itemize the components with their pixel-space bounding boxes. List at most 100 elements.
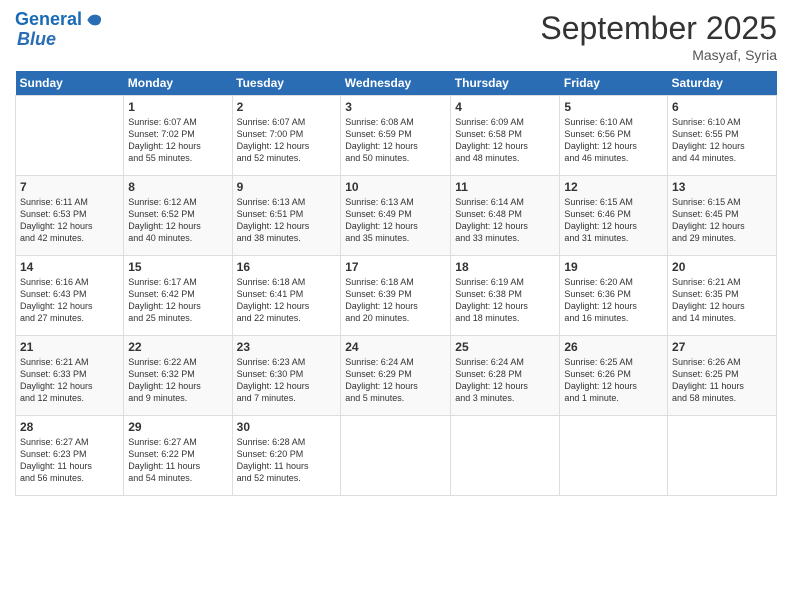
day-info: Sunrise: 6:10 AM Sunset: 6:56 PM Dayligh… xyxy=(564,116,663,165)
day-number: 15 xyxy=(128,260,227,274)
day-number: 8 xyxy=(128,180,227,194)
logo: General Blue xyxy=(15,10,104,50)
week-row-5: 28 Sunrise: 6:27 AM Sunset: 6:23 PM Dayli… xyxy=(16,416,777,496)
day-cell: 28 Sunrise: 6:27 AM Sunset: 6:23 PM Dayli… xyxy=(16,416,124,496)
day-cell: 24 Sunrise: 6:24 AM Sunset: 6:29 PM Dayli… xyxy=(341,336,451,416)
calendar-table: SundayMondayTuesdayWednesdayThursdayFrid… xyxy=(15,71,777,496)
day-info: Sunrise: 6:15 AM Sunset: 6:45 PM Dayligh… xyxy=(672,196,772,245)
day-cell: 22 Sunrise: 6:22 AM Sunset: 6:32 PM Dayli… xyxy=(124,336,232,416)
day-cell xyxy=(668,416,777,496)
day-cell: 25Sunrise: 6:24 AM Sunset: 6:28 PM Dayli… xyxy=(451,336,560,416)
weekday-header-row: SundayMondayTuesdayWednesdayThursdayFrid… xyxy=(16,71,777,96)
week-row-2: 7 Sunrise: 6:11 AM Sunset: 6:53 PM Daylig… xyxy=(16,176,777,256)
day-number: 13 xyxy=(672,180,772,194)
day-cell: 15 Sunrise: 6:17 AM Sunset: 6:42 PM Dayli… xyxy=(124,256,232,336)
day-number: 10 xyxy=(345,180,446,194)
week-row-3: 14Sunrise: 6:16 AM Sunset: 6:43 PM Dayli… xyxy=(16,256,777,336)
day-info: Sunrise: 6:22 AM Sunset: 6:32 PM Dayligh… xyxy=(128,356,227,405)
week-row-1: 1Sunrise: 6:07 AM Sunset: 7:02 PM Daylig… xyxy=(16,96,777,176)
day-number: 3 xyxy=(345,100,446,114)
day-number: 1 xyxy=(128,100,227,114)
day-number: 2 xyxy=(237,100,337,114)
day-number: 22 xyxy=(128,340,227,354)
day-cell: 30Sunrise: 6:28 AM Sunset: 6:20 PM Dayli… xyxy=(232,416,341,496)
day-number: 23 xyxy=(237,340,337,354)
day-info: Sunrise: 6:12 AM Sunset: 6:52 PM Dayligh… xyxy=(128,196,227,245)
weekday-header-tuesday: Tuesday xyxy=(232,71,341,96)
weekday-header-wednesday: Wednesday xyxy=(341,71,451,96)
day-cell: 23 Sunrise: 6:23 AM Sunset: 6:30 PM Dayli… xyxy=(232,336,341,416)
logo-line2: Blue xyxy=(17,30,56,50)
day-number: 20 xyxy=(672,260,772,274)
day-info: Sunrise: 6:26 AM Sunset: 6:25 PM Dayligh… xyxy=(672,356,772,405)
day-info: Sunrise: 6:11 AM Sunset: 6:53 PM Dayligh… xyxy=(20,196,119,245)
day-cell xyxy=(451,416,560,496)
day-number: 6 xyxy=(672,100,772,114)
day-cell: 5 Sunrise: 6:10 AM Sunset: 6:56 PM Daylig… xyxy=(560,96,668,176)
day-info: Sunrise: 6:18 AM Sunset: 6:39 PM Dayligh… xyxy=(345,276,446,325)
day-cell xyxy=(341,416,451,496)
day-number: 27 xyxy=(672,340,772,354)
logo-icon xyxy=(84,10,104,30)
day-info: Sunrise: 6:17 AM Sunset: 6:42 PM Dayligh… xyxy=(128,276,227,325)
weekday-header-friday: Friday xyxy=(560,71,668,96)
day-number: 11 xyxy=(455,180,555,194)
day-number: 5 xyxy=(564,100,663,114)
day-cell: 12 Sunrise: 6:15 AM Sunset: 6:46 PM Dayli… xyxy=(560,176,668,256)
day-number: 7 xyxy=(20,180,119,194)
day-cell: 8 Sunrise: 6:12 AM Sunset: 6:52 PM Daylig… xyxy=(124,176,232,256)
day-cell: 14Sunrise: 6:16 AM Sunset: 6:43 PM Dayli… xyxy=(16,256,124,336)
day-cell: 2Sunrise: 6:07 AM Sunset: 7:00 PM Daylig… xyxy=(232,96,341,176)
day-number: 24 xyxy=(345,340,446,354)
day-cell xyxy=(560,416,668,496)
day-info: Sunrise: 6:25 AM Sunset: 6:26 PM Dayligh… xyxy=(564,356,663,405)
title-block: September 2025 Masyaf, Syria xyxy=(540,10,777,63)
day-cell: 11Sunrise: 6:14 AM Sunset: 6:48 PM Dayli… xyxy=(451,176,560,256)
day-info: Sunrise: 6:21 AM Sunset: 6:35 PM Dayligh… xyxy=(672,276,772,325)
day-info: Sunrise: 6:09 AM Sunset: 6:58 PM Dayligh… xyxy=(455,116,555,165)
day-cell: 1Sunrise: 6:07 AM Sunset: 7:02 PM Daylig… xyxy=(124,96,232,176)
day-cell: 4 Sunrise: 6:09 AM Sunset: 6:58 PM Daylig… xyxy=(451,96,560,176)
day-cell: 10 Sunrise: 6:13 AM Sunset: 6:49 PM Dayli… xyxy=(341,176,451,256)
day-number: 12 xyxy=(564,180,663,194)
day-number: 29 xyxy=(128,420,227,434)
page-header: General Blue September 2025 Masyaf, Syri… xyxy=(15,10,777,63)
day-info: Sunrise: 6:24 AM Sunset: 6:28 PM Dayligh… xyxy=(455,356,555,405)
day-info: Sunrise: 6:13 AM Sunset: 6:51 PM Dayligh… xyxy=(237,196,337,245)
day-info: Sunrise: 6:08 AM Sunset: 6:59 PM Dayligh… xyxy=(345,116,446,165)
day-cell: 16Sunrise: 6:18 AM Sunset: 6:41 PM Dayli… xyxy=(232,256,341,336)
day-info: Sunrise: 6:13 AM Sunset: 6:49 PM Dayligh… xyxy=(345,196,446,245)
day-info: Sunrise: 6:27 AM Sunset: 6:23 PM Dayligh… xyxy=(20,436,119,485)
day-cell: 18Sunrise: 6:19 AM Sunset: 6:38 PM Dayli… xyxy=(451,256,560,336)
weekday-header-sunday: Sunday xyxy=(16,71,124,96)
day-info: Sunrise: 6:15 AM Sunset: 6:46 PM Dayligh… xyxy=(564,196,663,245)
month-title: September 2025 xyxy=(540,10,777,47)
day-info: Sunrise: 6:27 AM Sunset: 6:22 PM Dayligh… xyxy=(128,436,227,485)
day-number: 4 xyxy=(455,100,555,114)
day-info: Sunrise: 6:28 AM Sunset: 6:20 PM Dayligh… xyxy=(237,436,337,485)
day-number: 9 xyxy=(237,180,337,194)
weekday-header-saturday: Saturday xyxy=(668,71,777,96)
location: Masyaf, Syria xyxy=(540,47,777,63)
day-number: 26 xyxy=(564,340,663,354)
day-info: Sunrise: 6:24 AM Sunset: 6:29 PM Dayligh… xyxy=(345,356,446,405)
day-number: 17 xyxy=(345,260,446,274)
day-cell: 3 Sunrise: 6:08 AM Sunset: 6:59 PM Daylig… xyxy=(341,96,451,176)
day-info: Sunrise: 6:23 AM Sunset: 6:30 PM Dayligh… xyxy=(237,356,337,405)
day-cell: 21 Sunrise: 6:21 AM Sunset: 6:33 PM Dayli… xyxy=(16,336,124,416)
day-cell: 26 Sunrise: 6:25 AM Sunset: 6:26 PM Dayli… xyxy=(560,336,668,416)
day-cell: 6 Sunrise: 6:10 AM Sunset: 6:55 PM Daylig… xyxy=(668,96,777,176)
day-cell: 20 Sunrise: 6:21 AM Sunset: 6:35 PM Dayli… xyxy=(668,256,777,336)
page-container: General Blue September 2025 Masyaf, Syri… xyxy=(0,0,792,506)
day-cell: 13 Sunrise: 6:15 AM Sunset: 6:45 PM Dayli… xyxy=(668,176,777,256)
day-number: 21 xyxy=(20,340,119,354)
day-number: 28 xyxy=(20,420,119,434)
day-info: Sunrise: 6:18 AM Sunset: 6:41 PM Dayligh… xyxy=(237,276,337,325)
day-cell xyxy=(16,96,124,176)
logo-text: General xyxy=(15,10,82,30)
day-cell: 9 Sunrise: 6:13 AM Sunset: 6:51 PM Daylig… xyxy=(232,176,341,256)
day-info: Sunrise: 6:21 AM Sunset: 6:33 PM Dayligh… xyxy=(20,356,119,405)
day-info: Sunrise: 6:10 AM Sunset: 6:55 PM Dayligh… xyxy=(672,116,772,165)
day-number: 19 xyxy=(564,260,663,274)
logo-line1: General xyxy=(15,9,82,29)
